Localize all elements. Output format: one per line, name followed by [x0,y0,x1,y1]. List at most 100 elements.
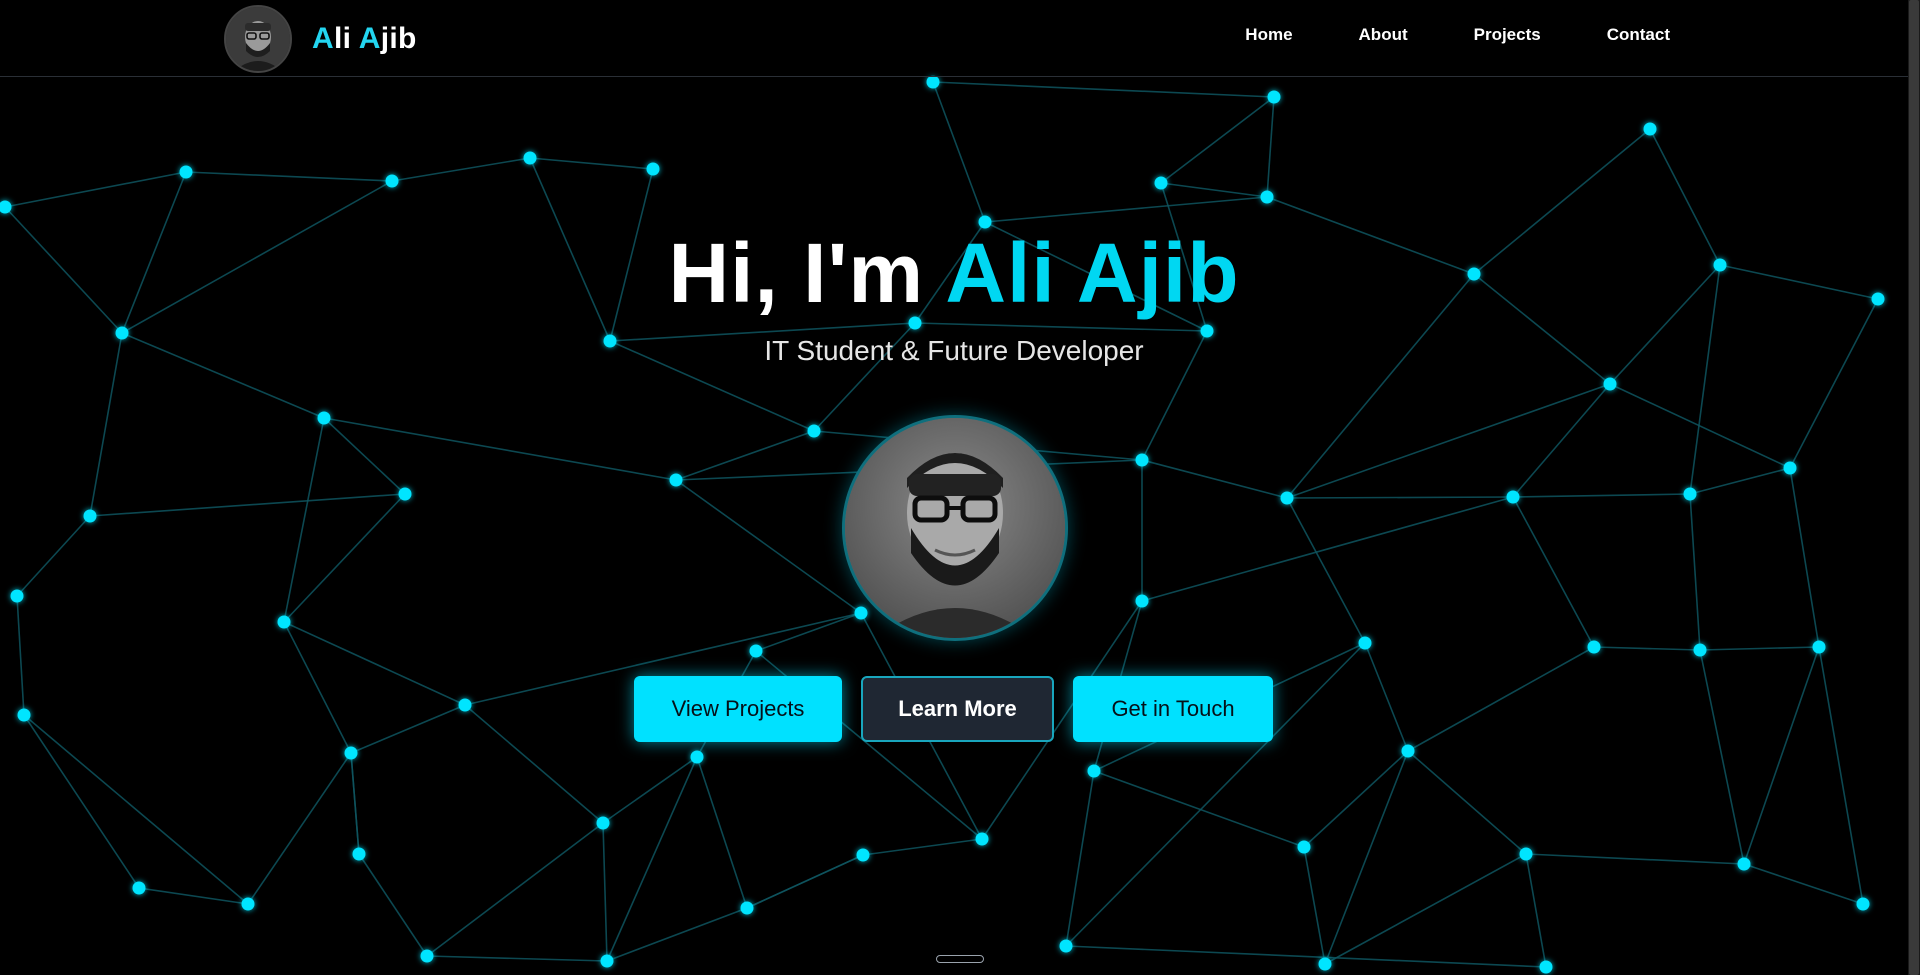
network-node [179,165,193,179]
network-edge [1160,96,1275,184]
network-node [1087,764,1101,778]
network-node [523,151,537,165]
network-edge [4,171,187,208]
network-edge [1743,863,1864,905]
view-projects-button[interactable]: View Projects [634,676,842,742]
network-edge [1324,750,1409,965]
page: Ali Ajib Home About Projects Contact Hi,… [0,0,1920,975]
network-edge [1407,750,1527,855]
network-node [600,954,614,968]
network-node [1693,643,1707,657]
network-node [1154,176,1168,190]
network-edge [283,493,406,623]
network-edge [755,612,862,652]
network-edge [358,853,428,957]
hero-portrait [842,415,1068,641]
network-node [646,162,660,176]
network-node [1318,957,1332,971]
network-node [1683,487,1697,501]
network-edge [602,822,608,962]
network-node [132,881,146,895]
network-edge [1303,846,1326,965]
network-node [1280,491,1294,505]
network-edge [746,854,864,909]
network-edge [606,907,748,962]
network-node [420,949,434,963]
network-node [1135,453,1149,467]
network-node [398,487,412,501]
brand-initial-last: A [358,22,381,55]
network-node [1643,122,1657,136]
network-edge [529,157,654,170]
network-edge [1286,496,1514,499]
network-edge [1525,853,1745,865]
nav-link-about[interactable]: About [1359,25,1408,45]
nav-link-contact[interactable]: Contact [1607,25,1670,45]
network-node [1603,377,1617,391]
network-edge [1160,182,1268,198]
network-node [926,75,940,89]
cta-row: View Projects Learn More Get in Touch [0,676,1908,742]
network-node [1519,847,1533,861]
network-node [1539,960,1553,974]
scroll-pill-icon[interactable] [936,955,984,963]
brand-name-first-rest: li [333,22,352,55]
network-edge [1512,496,1595,648]
brand[interactable]: Ali Ajib [224,5,417,73]
scrollbar-thumb[interactable] [1909,0,1919,975]
network-node [740,901,754,915]
network-edge [932,81,986,223]
network-node [344,746,358,760]
network-node [975,832,989,846]
network-edge [283,417,325,623]
network-node [83,509,97,523]
nav-link-projects[interactable]: Projects [1474,25,1541,45]
network-edge [1093,770,1305,848]
network-node [1506,490,1520,504]
brand-initial-first: A [312,22,334,55]
network-node [690,750,704,764]
network-edge [932,81,1275,98]
network-edge [675,430,815,481]
network-edge [1789,467,1820,648]
network-edge [185,171,393,182]
network-edge [1266,96,1275,198]
network-edge [1303,750,1409,848]
network-node [1856,897,1870,911]
get-in-touch-button[interactable]: Get in Touch [1073,676,1273,742]
nav-link-home[interactable]: Home [1245,25,1292,45]
network-node [854,606,868,620]
network-node [1401,744,1415,758]
network-node [1135,594,1149,608]
network-node [1260,190,1274,204]
network-edge [1286,497,1366,644]
hero-greeting: Hi, I'm [668,226,946,320]
network-edge [675,479,862,614]
network-node [749,644,763,658]
hero-title: Hi, I'm Ali Ajib [0,225,1908,322]
learn-more-button[interactable]: Learn More [861,676,1054,742]
page-scrollbar[interactable] [1908,0,1920,975]
network-node [1812,640,1826,654]
network-edge [1593,646,1701,651]
network-edge [984,196,1268,223]
network-edge [1699,646,1820,651]
network-edge [862,838,983,856]
navbar: Ali Ajib Home About Projects Contact [0,0,1908,77]
network-node [1737,857,1751,871]
network-node [1297,840,1311,854]
network-node [1059,939,1073,953]
hero-subtitle: IT Student & Future Developer [764,335,1144,366]
network-edge [247,752,352,905]
network-node [1358,636,1372,650]
network-node [352,847,366,861]
network-edge [426,822,604,957]
network-edge [323,417,677,481]
network-edge [1065,945,1547,968]
network-node [317,411,331,425]
network-edge [1065,770,1095,947]
network-node [241,897,255,911]
network-edge [391,157,531,182]
network-node [1267,90,1281,104]
main-nav: Home About Projects Contact [1179,25,1670,45]
